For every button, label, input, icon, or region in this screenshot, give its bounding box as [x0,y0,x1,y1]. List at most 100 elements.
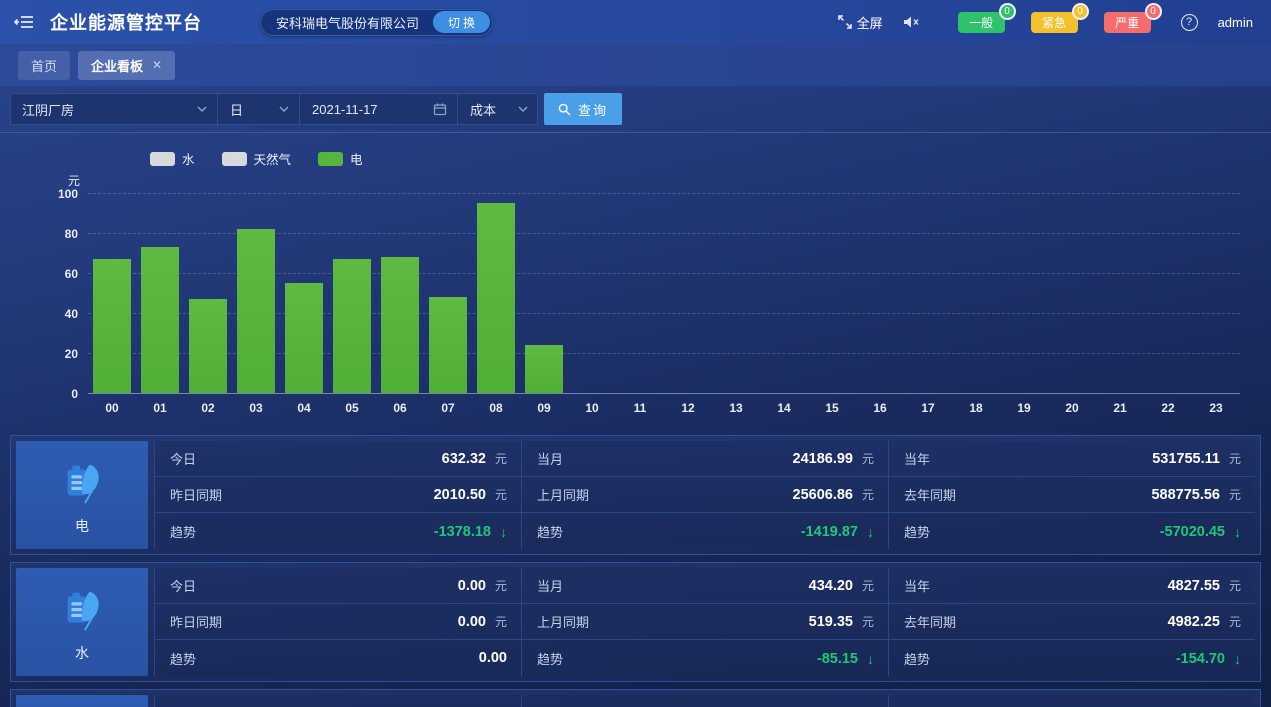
metric-cell: 当月3625.58元 [522,695,889,707]
bar-电-05 [333,259,371,393]
table-row: 今日0.00元当月434.20元当年4827.55元 [155,568,1255,604]
search-button[interactable]: 查询 [544,93,622,125]
alarm-badge-normal[interactable]: 一般 0 [958,12,1005,33]
energy-type-tile: 电 [16,441,148,549]
fullscreen-button[interactable]: 全屏 [838,13,883,32]
legend-item[interactable]: 电 [318,149,363,168]
metric-label: 趋势 [537,522,563,541]
trend-down-arrow-icon: ↓ [500,524,507,540]
bar-电-02 [189,299,227,393]
x-axis-tick-label: 03 [249,401,262,415]
currency-unit: 元 [1229,577,1241,594]
period-select[interactable]: 日 [218,93,300,125]
metric-label: 当月 [537,704,563,707]
metric-value-group: 24186.99元 [793,450,875,467]
metric-value-group: -85.15↓ [817,650,874,667]
filter-group: 江阴厂房 日 2021-11-17 成本 [10,93,538,125]
header-right-cluster: 全屏 一般 0 紧急 0 严重 0 [838,12,1253,33]
chevron-down-icon [197,106,207,112]
company-selector: 安科瑞电气股份有限公司 切换 [260,9,493,36]
metric-value-group: 0.00元 [458,613,507,630]
energy-summary-cards: 电今日632.32元当月24186.99元当年531755.11元昨日同期201… [10,435,1261,707]
metric-cell: 当年531755.11元 [889,441,1255,476]
metric-select[interactable]: 成本 [458,93,538,125]
metric-value: -1419.87 [801,524,858,540]
metric-value: 531755.11 [1152,451,1220,467]
metric-value-group: -1419.87 ↓ [801,523,874,540]
legend-label: 水 [182,149,195,168]
metric-cell: 上月同期 519.35元 [522,604,889,639]
metrics-table: 今日0.00元当月434.20元当年4827.55元昨日同期0.00元上月同期5… [154,568,1255,676]
y-axis-tick-label: 80 [65,227,78,241]
alarm-badge-critical[interactable]: 严重 0 [1104,12,1151,33]
metric-value: 2010.50 [434,487,486,503]
x-axis-tick-label: 11 [634,401,647,415]
metric-value: -85.15 [817,651,858,667]
tab-close-icon[interactable]: ✕ [152,58,162,72]
x-axis-tick-label: 14 [777,401,790,415]
chevron-down-icon [518,106,528,112]
y-axis-tick-label: 20 [65,347,78,361]
bar-电-06 [381,257,419,393]
mute-icon[interactable] [903,15,920,29]
legend-item[interactable]: 天然气 [222,149,292,168]
metric-cell: 今日0.00元 [155,695,522,707]
filter-bar: 江阴厂房 日 2021-11-17 成本 [0,86,1271,133]
switch-company-button[interactable]: 切换 [433,11,490,33]
gridline [88,193,1240,194]
metric-cell: 昨日同期0.00元 [155,604,522,639]
energy-cost-chart: 水天然气电 元 020406080100 0001020304050607080… [0,133,1271,421]
menu-fold-icon[interactable] [14,13,36,31]
currency-unit: 元 [1229,613,1241,630]
tab-enterprise-dashboard[interactable]: 企业看板 ✕ [78,51,175,80]
trend-down-arrow-icon: ↓ [867,524,874,540]
alarm-badge-urgent[interactable]: 紧急 0 [1031,12,1078,33]
metric-cell: 趋势 -1419.87 ↓ [522,513,889,549]
x-axis-tick-label: 00 [105,401,118,415]
search-button-label: 查询 [578,100,608,119]
metric-select-value: 成本 [470,100,496,119]
battery-leaf-icon [56,455,108,507]
metric-label: 上月同期 [537,612,589,631]
metric-value: 24186.99 [793,451,853,467]
x-axis-tick-label: 04 [297,401,310,415]
date-picker[interactable]: 2021-11-17 [300,93,458,125]
metric-label: 当月 [537,449,563,468]
period-select-value: 日 [230,100,243,119]
x-axis-line [88,393,1240,394]
username[interactable]: admin [1218,15,1253,30]
metric-label: 今日 [170,576,196,595]
metric-value-group: 4827.55元 [1168,577,1241,594]
metric-label: 当年 [904,576,930,595]
legend-item[interactable]: 水 [150,149,195,168]
metric-value-group: -1378.18 ↓ [434,523,507,540]
trend-down-arrow-icon: ↓ [1234,524,1241,540]
energy-card-other: 今日0.00元当月3625.58元当年45173.59元 [10,689,1261,707]
metric-value: -1378.18 [434,524,491,540]
y-axis-tick-label: 100 [58,187,78,201]
metric-value-group: 4982.25元 [1168,613,1241,630]
metric-value-group: 519.35元 [809,613,874,630]
y-axis-tick-label: 0 [71,387,78,401]
chevron-down-icon [279,106,289,112]
site-select[interactable]: 江阴厂房 [10,93,218,125]
metric-value-group: -57020.45↓ [1160,523,1241,540]
tab-home[interactable]: 首页 [18,51,70,80]
top-header: 企业能源管控平台 安科瑞电气股份有限公司 切换 全屏 一般 [0,0,1271,44]
currency-unit: 元 [495,486,507,503]
table-row: 趋势0.00趋势-85.15↓趋势-154.70↓ [155,640,1255,676]
alarm-count-badge: 0 [1145,3,1162,20]
y-axis-tick-label: 60 [65,267,78,281]
metric-value-group: 588775.56元 [1151,486,1241,503]
x-axis-tick-label: 08 [489,401,502,415]
battery-leaf-icon [56,582,108,634]
chart-legend: 水 天然气 电 [150,149,1271,168]
help-icon[interactable]: ? [1181,14,1198,31]
metric-value: 519.35 [809,614,853,630]
metric-cell: 趋势-85.15↓ [522,640,889,676]
metric-value-group: 434.20元 [809,577,874,594]
currency-unit: 元 [1229,450,1241,467]
metric-label: 趋势 [904,522,930,541]
metric-label: 昨日同期 [170,485,222,504]
bar-电-04 [285,283,323,393]
